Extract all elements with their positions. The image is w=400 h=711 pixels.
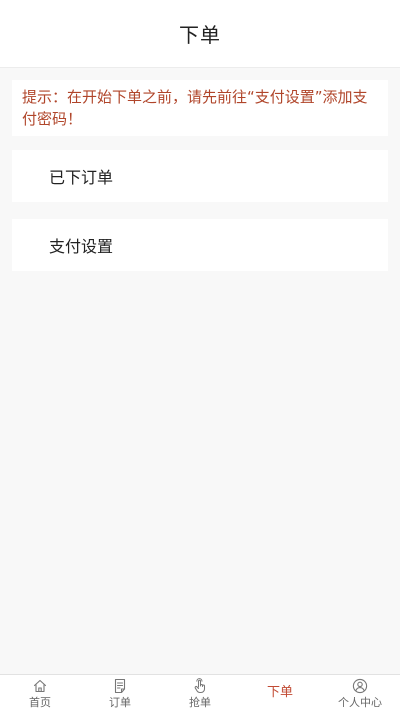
bottom-tab-bar: 首页 订单 抢单 下单 个人中心 xyxy=(0,674,400,711)
tab-place-order[interactable]: 下单 xyxy=(240,675,320,711)
tab-grab-orders-label: 抢单 xyxy=(189,696,211,709)
home-icon xyxy=(33,679,47,693)
tab-orders[interactable]: 订单 xyxy=(80,675,160,711)
tab-orders-label: 订单 xyxy=(109,696,131,709)
payment-settings-item[interactable]: 支付设置 xyxy=(12,219,388,271)
user-circle-icon xyxy=(352,678,368,694)
payment-password-notice: 提示：在开始下单之前，请先前往“支付设置”添加支付密码！ xyxy=(12,80,388,136)
tab-place-order-label: 下单 xyxy=(266,685,293,700)
document-icon xyxy=(114,678,126,694)
page-header: 下单 xyxy=(0,0,400,68)
page-title: 下单 xyxy=(179,23,221,47)
tab-profile[interactable]: 个人中心 xyxy=(320,675,400,711)
placed-orders-item[interactable]: 已下订单 xyxy=(12,150,388,202)
hand-pointer-icon xyxy=(194,678,206,694)
tab-grab-orders[interactable]: 抢单 xyxy=(160,675,240,711)
tab-home[interactable]: 首页 xyxy=(0,675,80,711)
payment-settings-label: 支付设置 xyxy=(49,237,114,256)
tab-profile-label: 个人中心 xyxy=(338,696,382,709)
placed-orders-label: 已下订单 xyxy=(49,168,114,187)
tab-home-label: 首页 xyxy=(29,696,51,709)
